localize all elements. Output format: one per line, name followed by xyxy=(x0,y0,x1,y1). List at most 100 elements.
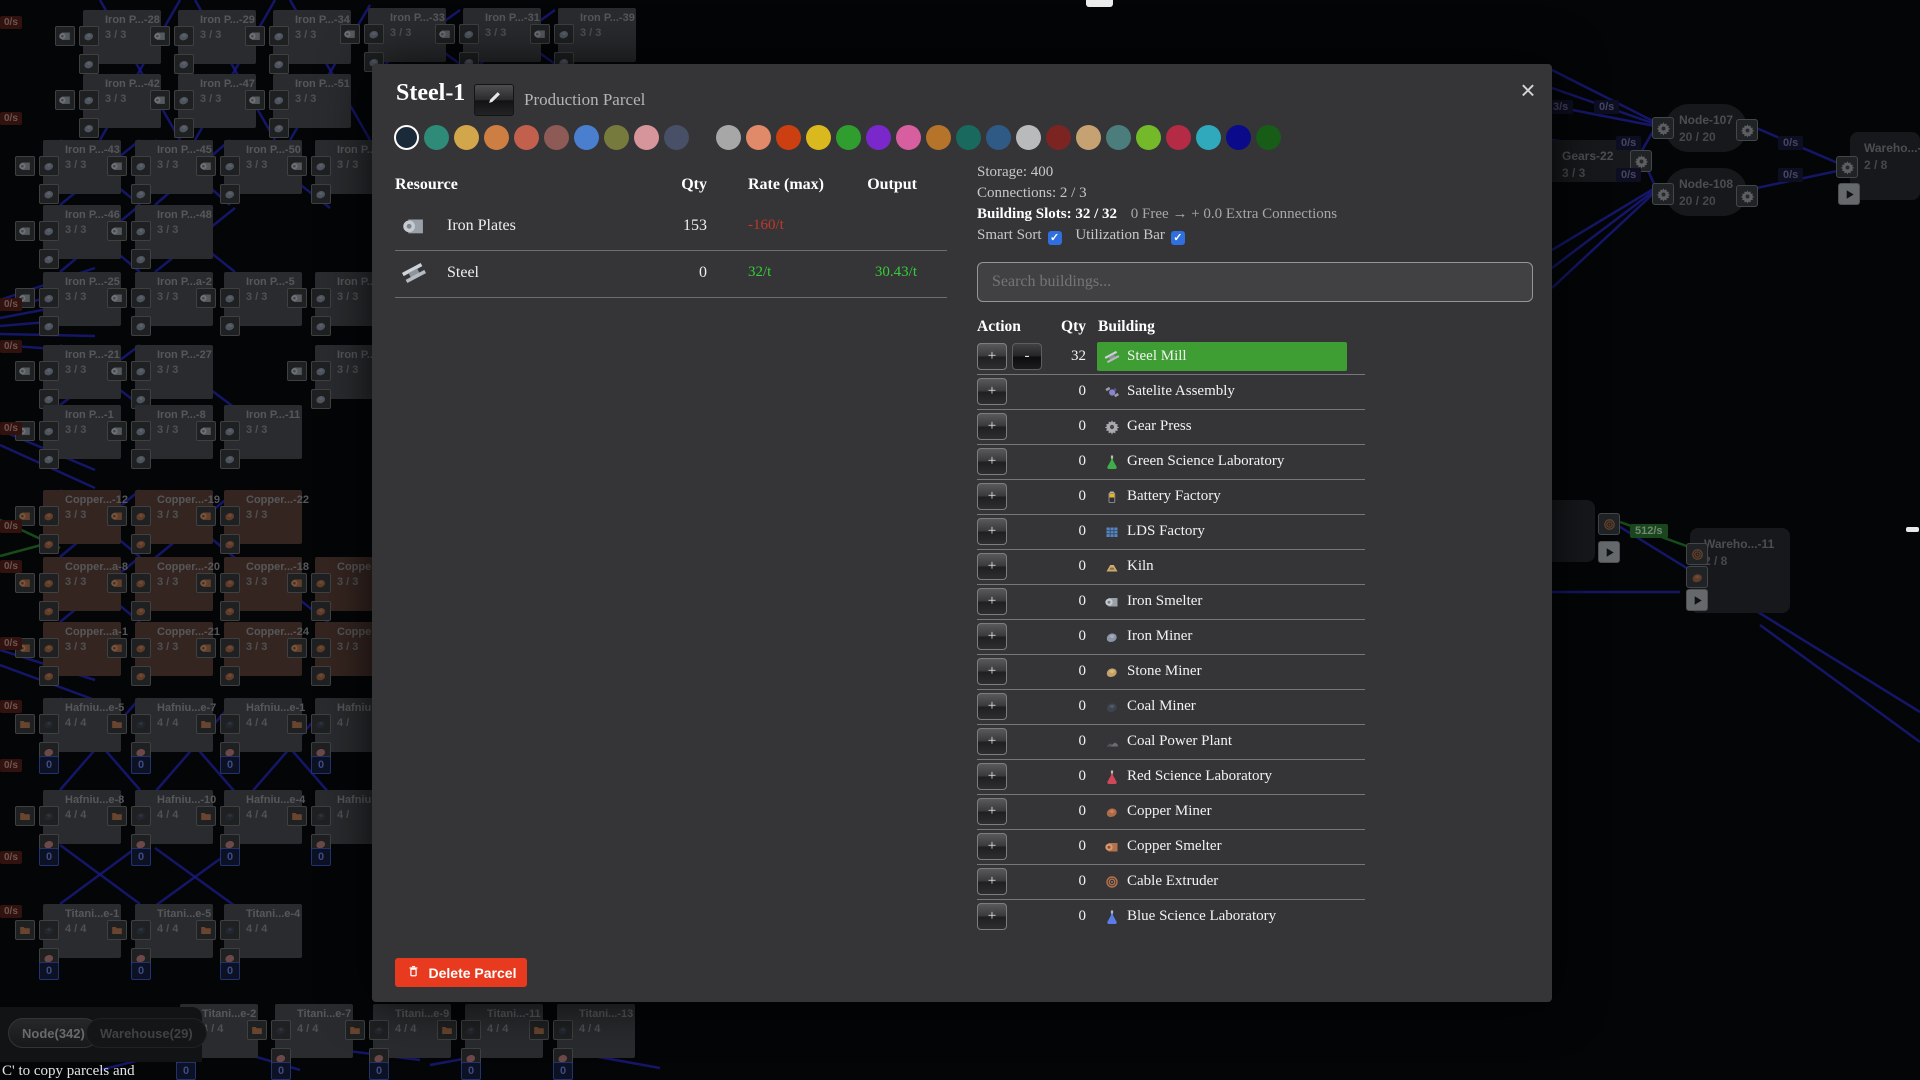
add-building-button[interactable]: + xyxy=(977,483,1007,510)
add-building-button[interactable]: + xyxy=(977,693,1007,720)
building-name: Gear Press xyxy=(1127,418,1192,435)
building-name: Stone Miner xyxy=(1127,663,1202,680)
building-row: +0 Battery Factory xyxy=(977,480,1365,515)
add-building-button[interactable]: + xyxy=(977,588,1007,615)
color-swatch[interactable] xyxy=(664,125,689,150)
rock-copper-icon xyxy=(1104,804,1120,820)
keyboard-hint-text: C' to copy parcels and xyxy=(2,1063,135,1080)
color-swatch[interactable] xyxy=(1016,125,1041,150)
color-swatch[interactable] xyxy=(454,125,479,150)
building-cell[interactable]: Red Science Laboratory xyxy=(1097,762,1347,791)
plant-icon xyxy=(1104,734,1120,750)
color-swatch[interactable] xyxy=(604,125,629,150)
add-building-button[interactable]: + xyxy=(977,833,1007,860)
building-cell-selected[interactable]: Steel Mill xyxy=(1097,342,1347,371)
building-cell[interactable]: Coal Power Plant xyxy=(1097,727,1347,756)
building-qty: 0 xyxy=(1026,873,1086,890)
add-building-button[interactable]: + xyxy=(977,763,1007,790)
color-swatch[interactable] xyxy=(716,125,741,150)
building-cell[interactable]: Kiln xyxy=(1097,552,1347,581)
parcel-info-panel: Storage: 400 Connections: 2 / 3 Building… xyxy=(977,164,1537,248)
close-icon[interactable]: × xyxy=(1512,74,1544,106)
building-cell[interactable]: Battery Factory xyxy=(1097,482,1347,511)
color-swatch[interactable] xyxy=(776,125,801,150)
building-cell[interactable]: Gear Press xyxy=(1097,412,1347,441)
building-row: +0Coal Power Plant xyxy=(977,725,1365,760)
building-row: +0Red Science Laboratory xyxy=(977,760,1365,795)
add-building-button[interactable]: + xyxy=(977,413,1007,440)
color-swatch[interactable] xyxy=(484,125,509,150)
building-cell[interactable]: Satelite Assembly xyxy=(1097,377,1347,406)
storage-stat: Storage: 400 xyxy=(977,164,1537,185)
delete-parcel-button[interactable]: Delete Parcel xyxy=(395,958,527,987)
building-cell[interactable]: Iron Smelter xyxy=(1097,587,1347,616)
building-name: Copper Miner xyxy=(1127,803,1212,820)
color-swatch[interactable] xyxy=(746,125,771,150)
building-cell[interactable]: LDS Factory xyxy=(1097,517,1347,546)
building-cell[interactable]: Green Science Laboratory xyxy=(1097,447,1347,476)
color-swatch[interactable] xyxy=(1106,125,1131,150)
sheet-copper-icon xyxy=(1104,839,1120,855)
building-qty: 0 xyxy=(1026,453,1086,470)
add-building-button[interactable]: + xyxy=(977,728,1007,755)
color-swatch[interactable] xyxy=(634,125,659,150)
qty-col-header: Qty xyxy=(1026,318,1086,336)
add-building-button[interactable]: + xyxy=(977,868,1007,895)
color-swatch[interactable] xyxy=(956,125,981,150)
color-swatch[interactable] xyxy=(1256,125,1281,150)
color-swatch[interactable] xyxy=(1046,125,1071,150)
add-building-button[interactable]: + xyxy=(977,518,1007,545)
output-col-header: Output xyxy=(815,176,917,194)
building-cell[interactable]: Stone Miner xyxy=(1097,657,1347,686)
building-qty: 0 xyxy=(1026,663,1086,680)
add-building-button[interactable]: + xyxy=(977,658,1007,685)
building-cell[interactable]: Blue Science Laboratory xyxy=(1097,902,1347,931)
add-building-button[interactable]: + xyxy=(977,903,1007,930)
building-cell[interactable]: Cable Extruder xyxy=(1097,867,1347,896)
add-building-button[interactable]: + xyxy=(977,798,1007,825)
building-name: Battery Factory xyxy=(1127,488,1221,505)
color-swatch[interactable] xyxy=(926,125,951,150)
building-cell[interactable]: Copper Smelter xyxy=(1097,832,1347,861)
color-swatch[interactable] xyxy=(1196,125,1221,150)
building-cell[interactable]: Coal Miner xyxy=(1097,692,1347,721)
color-swatch[interactable] xyxy=(836,125,861,150)
top-edge-button[interactable] xyxy=(1086,0,1113,7)
color-swatch[interactable] xyxy=(1076,125,1101,150)
building-qty: 0 xyxy=(1026,803,1086,820)
color-swatch[interactable] xyxy=(896,125,921,150)
building-qty: 0 xyxy=(1026,488,1086,505)
add-building-button[interactable]: + xyxy=(977,553,1007,580)
add-building-button[interactable]: + xyxy=(977,448,1007,475)
building-row: +0 Satelite Assembly xyxy=(977,375,1365,410)
resource-output: 30.43/t xyxy=(815,264,917,281)
flask-red-icon xyxy=(1104,769,1120,785)
add-building-button[interactable]: + xyxy=(977,378,1007,405)
building-row: +0 Copper Miner xyxy=(977,795,1365,830)
add-building-button[interactable]: + xyxy=(977,623,1007,650)
color-swatch[interactable] xyxy=(986,125,1011,150)
color-swatch[interactable] xyxy=(424,125,449,150)
color-swatch[interactable] xyxy=(574,125,599,150)
building-cell[interactable]: Iron Miner xyxy=(1097,622,1347,651)
resource-name: Steel xyxy=(447,264,479,282)
search-buildings-input[interactable] xyxy=(977,262,1533,302)
color-swatch[interactable] xyxy=(806,125,831,150)
smart-sort-checkbox[interactable]: ✓ xyxy=(1048,231,1062,245)
color-swatch[interactable] xyxy=(1136,125,1161,150)
resource-rate: -160/t xyxy=(748,217,784,234)
add-building-button[interactable]: + xyxy=(977,343,1007,370)
parcel-title: Steel-1 xyxy=(396,80,465,107)
right-edge-scroll-thumb[interactable] xyxy=(1906,527,1919,532)
color-swatch[interactable] xyxy=(866,125,891,150)
color-swatch[interactable] xyxy=(1226,125,1251,150)
building-qty: 0 xyxy=(1026,383,1086,400)
building-cell[interactable]: Copper Miner xyxy=(1097,797,1347,826)
color-swatch[interactable] xyxy=(544,125,569,150)
rename-parcel-button[interactable] xyxy=(474,84,514,116)
color-swatch-selected[interactable] xyxy=(394,125,419,150)
color-swatch[interactable] xyxy=(1166,125,1191,150)
color-swatch[interactable] xyxy=(514,125,539,150)
utilization-bar-checkbox[interactable]: ✓ xyxy=(1171,231,1185,245)
building-name: LDS Factory xyxy=(1127,523,1205,540)
